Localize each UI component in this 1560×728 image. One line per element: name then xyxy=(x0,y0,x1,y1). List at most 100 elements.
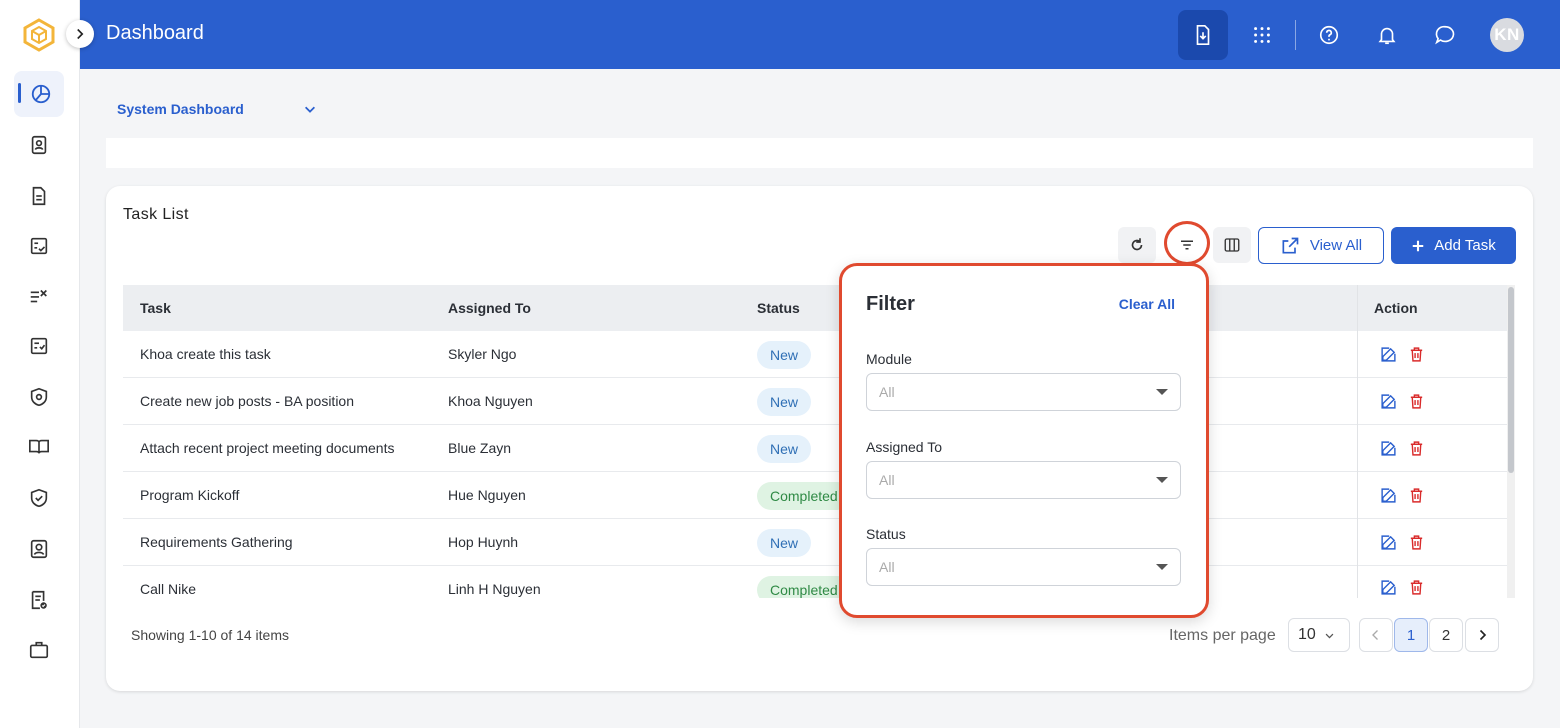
sidebar-item-portfolio[interactable] xyxy=(26,637,52,663)
file-download-icon xyxy=(1196,25,1210,45)
task-name[interactable]: Call Nike xyxy=(140,581,196,597)
edit-icon[interactable] xyxy=(1380,393,1397,410)
refresh-icon xyxy=(1131,238,1143,251)
sidebar-active-indicator xyxy=(18,83,21,103)
filter-button-highlight xyxy=(1164,221,1210,265)
column-header-task[interactable]: Task xyxy=(140,300,171,316)
assignee: Khoa Nguyen xyxy=(448,393,533,409)
table-scrollbar-thumb[interactable] xyxy=(1508,287,1514,473)
table-row[interactable]: Attach recent project meeting documents … xyxy=(123,425,1508,472)
task-name[interactable]: Khoa create this task xyxy=(140,346,271,362)
delete-icon[interactable] xyxy=(1408,346,1425,363)
items-per-page-select[interactable]: 10 xyxy=(1288,618,1350,652)
table-row[interactable]: Call Nike Linh H Nguyen Completed xyxy=(123,566,1508,598)
assignee: Linh H Nguyen xyxy=(448,581,541,597)
add-task-button[interactable]: Add Task xyxy=(1391,227,1516,264)
export-button[interactable] xyxy=(1178,10,1228,60)
sidebar-item-knowledge[interactable] xyxy=(26,434,52,460)
user-avatar[interactable]: KN xyxy=(1490,18,1524,52)
external-link-icon xyxy=(1282,237,1299,253)
document-icon xyxy=(32,186,46,206)
table-row[interactable]: Program Kickoff Hue Nguyen Completed xyxy=(123,472,1508,519)
column-header-status[interactable]: Status xyxy=(757,300,800,316)
delete-icon[interactable] xyxy=(1408,393,1425,410)
shield-check-icon xyxy=(30,488,48,508)
task-name[interactable]: Requirements Gathering xyxy=(140,534,293,550)
column-header-assigned-to[interactable]: Assigned To xyxy=(448,300,531,316)
filter-title: Filter xyxy=(866,293,915,315)
delete-icon[interactable] xyxy=(1408,534,1425,551)
user-card-icon xyxy=(30,539,48,559)
columns-icon xyxy=(1224,238,1240,252)
sidebar-item-checklist-2[interactable] xyxy=(26,333,52,359)
checkbox-list-icon xyxy=(30,337,48,355)
briefcase-icon xyxy=(29,641,49,659)
task-name[interactable]: Attach recent project meeting documents xyxy=(140,440,394,456)
sidebar-item-task-list[interactable] xyxy=(26,283,52,309)
prev-page-button[interactable] xyxy=(1359,618,1393,652)
sidebar-item-users[interactable] xyxy=(26,536,52,562)
dropdown-caret-icon xyxy=(1156,477,1168,483)
table-header: Task Assigned To Status Action xyxy=(123,285,1508,331)
filter-module-select[interactable]: All xyxy=(866,373,1181,411)
sidebar-collapse-button[interactable] xyxy=(66,20,94,48)
bell-icon xyxy=(1378,27,1396,45)
filter-module-label: Module xyxy=(866,351,912,367)
next-page-button[interactable] xyxy=(1465,618,1499,652)
task-name[interactable]: Program Kickoff xyxy=(140,487,239,503)
page-1-button[interactable]: 1 xyxy=(1394,618,1428,652)
sidebar-item-tasks[interactable] xyxy=(26,233,52,259)
delete-icon[interactable] xyxy=(1408,487,1425,504)
chat-button[interactable] xyxy=(1420,10,1470,60)
app-logo-icon[interactable] xyxy=(22,18,56,52)
table-row[interactable]: Create new job posts - BA position Khoa … xyxy=(123,378,1508,425)
showing-count: Showing 1-10 of 14 items xyxy=(131,627,289,643)
chat-bubble-icon xyxy=(1435,25,1455,45)
sidebar-item-security[interactable] xyxy=(26,384,52,410)
refresh-button[interactable] xyxy=(1118,227,1156,263)
assignee: Skyler Ngo xyxy=(448,346,517,362)
shield-at-icon xyxy=(30,387,48,407)
assignee: Hue Nguyen xyxy=(448,487,526,503)
grid-dots-icon xyxy=(1254,27,1270,43)
toolbar-divider xyxy=(1295,20,1296,50)
filter-status-select[interactable]: All xyxy=(866,548,1181,586)
items-per-page-label: Items per page xyxy=(1169,627,1276,644)
assignee: Blue Zayn xyxy=(448,440,512,456)
edit-icon[interactable] xyxy=(1380,440,1397,457)
question-circle-icon xyxy=(1319,25,1339,45)
filter-module-value: All xyxy=(879,384,895,400)
dashboard-selector[interactable]: System Dashboard xyxy=(117,99,317,119)
sidebar-item-reports[interactable] xyxy=(26,587,52,613)
page-2-button[interactable]: 2 xyxy=(1429,618,1463,652)
report-check-icon xyxy=(31,590,47,610)
clear-all-button[interactable]: Clear All xyxy=(1119,296,1175,312)
sidebar-item-documents[interactable] xyxy=(26,183,52,209)
book-open-icon xyxy=(29,439,49,454)
contact-book-icon xyxy=(31,135,47,155)
chevron-left-icon xyxy=(1372,630,1378,640)
view-all-button[interactable]: View All xyxy=(1258,227,1384,264)
table-row[interactable]: Khoa create this task Skyler Ngo New xyxy=(123,331,1508,378)
filter-assigned-to-value: All xyxy=(879,472,895,488)
table-row[interactable]: Requirements Gathering Hop Huynh New xyxy=(123,519,1508,566)
delete-icon[interactable] xyxy=(1408,440,1425,457)
notifications-button[interactable] xyxy=(1362,10,1412,60)
edit-icon[interactable] xyxy=(1380,487,1397,504)
filter-assigned-to-select[interactable]: All xyxy=(866,461,1181,499)
sidebar-item-compliance[interactable] xyxy=(26,485,52,511)
help-button[interactable] xyxy=(1304,10,1354,60)
filter-status-label: Status xyxy=(866,526,906,542)
edit-icon[interactable] xyxy=(1380,346,1397,363)
sidebar-item-contacts[interactable] xyxy=(26,132,52,158)
top-bar: Dashboard KN xyxy=(80,0,1560,69)
columns-button[interactable] xyxy=(1213,227,1251,263)
task-name[interactable]: Create new job posts - BA position xyxy=(140,393,354,409)
plus-icon xyxy=(1413,240,1424,251)
status-badge: Completed xyxy=(757,482,851,510)
edit-icon[interactable] xyxy=(1380,534,1397,551)
apps-button[interactable] xyxy=(1237,10,1287,60)
edit-icon[interactable] xyxy=(1380,579,1397,596)
delete-icon[interactable] xyxy=(1408,579,1425,596)
sidebar-item-dashboard[interactable] xyxy=(28,81,54,107)
